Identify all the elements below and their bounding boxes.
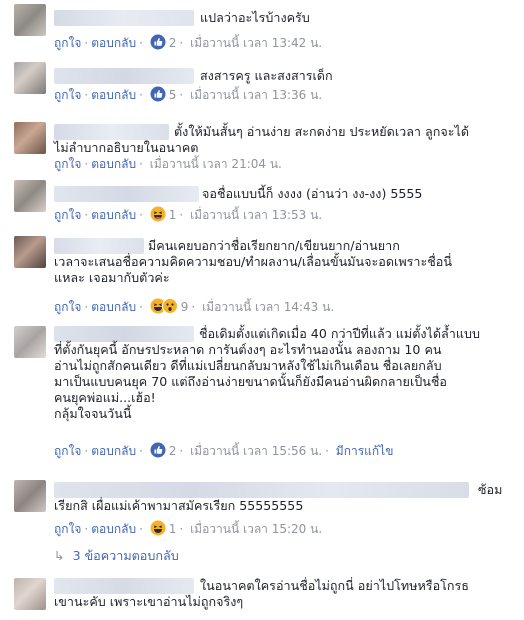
comment-text: ชื่อเดิมตั้งแต่เกิดเมื่อ 40 กว่าปีที่แล้…: [54, 326, 510, 422]
comment-text: ในอนาคตใครอ่านชื่อไม่ถูกนี่ อย่าไปโทษหรื…: [54, 578, 510, 610]
commenter-name[interactable]: [54, 10, 194, 26]
comment: ในอนาคตใครอ่านชื่อไม่ถูกนี่ อย่าไปโทษหรื…: [0, 572, 524, 620]
comment-line: มีคนเคยบอกว่าชื่อเรียกยาก/เขียนยาก/อ่านย…: [148, 238, 400, 253]
like-icon[interactable]: [150, 442, 166, 462]
comment-actions: ถูกใจ · ตอบกลับ · 2 · เมื่อวานนี้ เวลา 13:42…: [54, 34, 322, 54]
avatar[interactable]: [14, 4, 46, 36]
comment-line: ที่ตั้งกันยุคนี้ อักษรประหลาด การันต์งงๆ…: [54, 342, 442, 357]
commenter-name[interactable]: [54, 68, 194, 84]
avatar[interactable]: [14, 236, 46, 268]
timestamp[interactable]: เมื่อวานนี้ เวลา 13:42 น.: [190, 36, 322, 50]
reply-button[interactable]: ตอบกลับ: [91, 88, 136, 102]
like-icon[interactable]: [150, 86, 166, 106]
avatar[interactable]: [14, 326, 46, 358]
reply-button[interactable]: ตอบกลับ: [91, 157, 136, 171]
avatar[interactable]: [14, 62, 46, 94]
timestamp[interactable]: เมื่อวานนี้ เวลา 21:04 น.: [150, 157, 282, 171]
replies-count-label[interactable]: 3 ข้อความตอบกลับ: [73, 548, 179, 563]
comment-line: กลุ้มใจจนวันนี้: [54, 406, 132, 421]
like-button[interactable]: ถูกใจ: [54, 157, 81, 171]
comment: แปลว่าอะไรบ้างครับ ถูกใจ · ตอบกลับ · 2 · เมื…: [0, 0, 524, 58]
comment-text: จอชื่อแบบนี้ก็ งงงง (อ่านว่า งง-งง) 5555: [202, 186, 510, 202]
reply-button[interactable]: ตอบกลับ: [91, 444, 136, 458]
like-button[interactable]: ถูกใจ: [54, 444, 81, 458]
comment-line: คนยุคพ่อแม่...เฮ้อ!: [54, 390, 156, 405]
commenter-name[interactable]: [54, 186, 199, 202]
comment: จอชื่อแบบนี้ก็ งงงง (อ่านว่า งง-งง) 5555…: [0, 178, 524, 230]
comment-text: ตั้งให้มันสั้นๆ อ่านง่าย สะกดง่าย ประหยั…: [54, 124, 510, 156]
comment-line: ชื่อเดิมตั้งแต่เกิดเมื่อ 40 กว่าปีที่แล้…: [199, 326, 480, 341]
like-button[interactable]: ถูกใจ: [54, 208, 81, 222]
comment-text: มีคนเคยบอกว่าชื่อเรียกยาก/เขียนยาก/อ่านย…: [54, 238, 510, 286]
avatar[interactable]: [14, 180, 46, 212]
comment-line: เขานะคับ เพราะเขาอ่านไม่ถูกจริงๆ: [54, 594, 244, 609]
comment-actions: ถูกใจ · ตอบกลับ · 1 · เมื่อวานนี้ เวลา 15:20…: [54, 520, 322, 540]
comment-line: อ่านไม่ถูกสักคนเดียว ดีที่แม่เปลี่ยนกลับ…: [54, 358, 442, 373]
comment-line: ไม่ลำบากอธิบายในอนาคต: [54, 140, 199, 155]
comment: ตั้งให้มันสั้นๆ อ่านง่าย สะกดง่าย ประหยั…: [0, 118, 524, 178]
comment-line: จอชื่อแบบนี้ก็ งงงง (อ่านว่า งง-งง) 5555: [202, 186, 423, 201]
like-button[interactable]: ถูกใจ: [54, 88, 81, 102]
timestamp[interactable]: เมื่อวานนี้ เวลา 13:53 น.: [190, 208, 322, 222]
reply-button[interactable]: ตอบกลับ: [91, 300, 136, 314]
comment: ชื่อเดิมตั้งแต่เกิดเมื่อ 40 กว่าปีที่แล้…: [0, 320, 524, 472]
timestamp[interactable]: เมื่อวานนี้ เวลา 15:20 น.: [190, 522, 322, 536]
comment-line: เรียกสิ เผื่อแม่เค้าพามาสมัครเรียก 55555…: [54, 498, 304, 513]
edited-label[interactable]: มีการแก้ไข: [336, 444, 394, 458]
avatar[interactable]: [14, 578, 46, 610]
reply-button[interactable]: ตอบกลับ: [91, 208, 136, 222]
comment-line: แปลว่าอะไรบ้างครับ: [200, 10, 310, 25]
comment: สงสารครู และสงสารเด็ก ถูกใจ · ตอบกลับ · 5 · …: [0, 58, 524, 116]
reply-arrow-icon: ↳: [54, 548, 65, 563]
comment-line: ซ้อม: [478, 482, 503, 497]
timestamp[interactable]: เมื่อวานนี้ เวลา 14:43 น.: [202, 300, 334, 314]
comment: มีคนเคยบอกว่าชื่อเรียกยาก/เขียนยาก/อ่านย…: [0, 230, 524, 320]
comment-line: ในอนาคตใครอ่านชื่อไม่ถูกนี่ อย่าไปโทษหรื…: [200, 578, 469, 593]
comment-actions: ถูกใจ · ตอบกลับ · 2 · เมื่อวานนี้ เวลา 15:56…: [54, 442, 393, 462]
avatar[interactable]: [14, 122, 46, 154]
reply-button[interactable]: ตอบกลับ: [91, 36, 136, 50]
comment-actions: ถูกใจ · ตอบกลับ · 9 · เมื่อวานนี้ เวลา 14:43…: [54, 298, 334, 318]
comment-actions: ถูกใจ · ตอบกลับ · 5 · เมื่อวานนี้ เวลา 13:36…: [54, 86, 322, 106]
reply-button[interactable]: ตอบกลับ: [91, 522, 136, 536]
comment-line: สงสารครู และสงสารเด็ก: [200, 68, 333, 83]
comment-line: เวลาจะเสนอชื่อความคิดความชอบ/ทำผลงาน/เลื…: [54, 254, 452, 269]
comment-line: ตั้งให้มันสั้นๆ อ่านง่าย สะกดง่าย ประหยั…: [174, 124, 470, 139]
like-icon[interactable]: [150, 34, 166, 54]
like-button[interactable]: ถูกใจ: [54, 36, 81, 50]
comment-actions: ถูกใจ · ตอบกลับ · เมื่อวานนี้ เวลา 21:04 น.: [54, 157, 282, 171]
timestamp[interactable]: เมื่อวานนี้ เวลา 15:56 น.: [190, 444, 322, 458]
like-button[interactable]: ถูกใจ: [54, 522, 81, 536]
comment-actions: ถูกใจ · ตอบกลับ · 1 · เมื่อวานนี้ เวลา 13:53…: [54, 206, 322, 226]
avatar[interactable]: [14, 480, 46, 512]
comment-line: มาเป็นแบบคนยุค 70 แต่ถึงอ่านง่ายขนาดนั้น…: [54, 374, 447, 389]
comment-text: ซ้อม เรียกสิ เผื่อแม่เค้าพามาสมัครเรียก …: [54, 482, 510, 514]
haha-icon[interactable]: [150, 520, 166, 540]
comment: ซ้อม เรียกสิ เผื่อแม่เค้าพามาสมัครเรียก …: [0, 472, 524, 542]
comment-text: สงสารครู และสงสารเด็ก: [200, 68, 510, 84]
comment-text: แปลว่าอะไรบ้างครับ: [200, 10, 510, 26]
haha-icon[interactable]: [150, 206, 166, 226]
wow-icon[interactable]: [161, 298, 178, 318]
timestamp[interactable]: เมื่อวานนี้ เวลา 13:36 น.: [190, 88, 322, 102]
view-replies-link[interactable]: ↳ 3 ข้อความตอบกลับ: [54, 546, 179, 566]
like-button[interactable]: ถูกใจ: [54, 300, 81, 314]
comment-line: แหละ เจอมากับตัวค่ะ: [54, 270, 170, 285]
